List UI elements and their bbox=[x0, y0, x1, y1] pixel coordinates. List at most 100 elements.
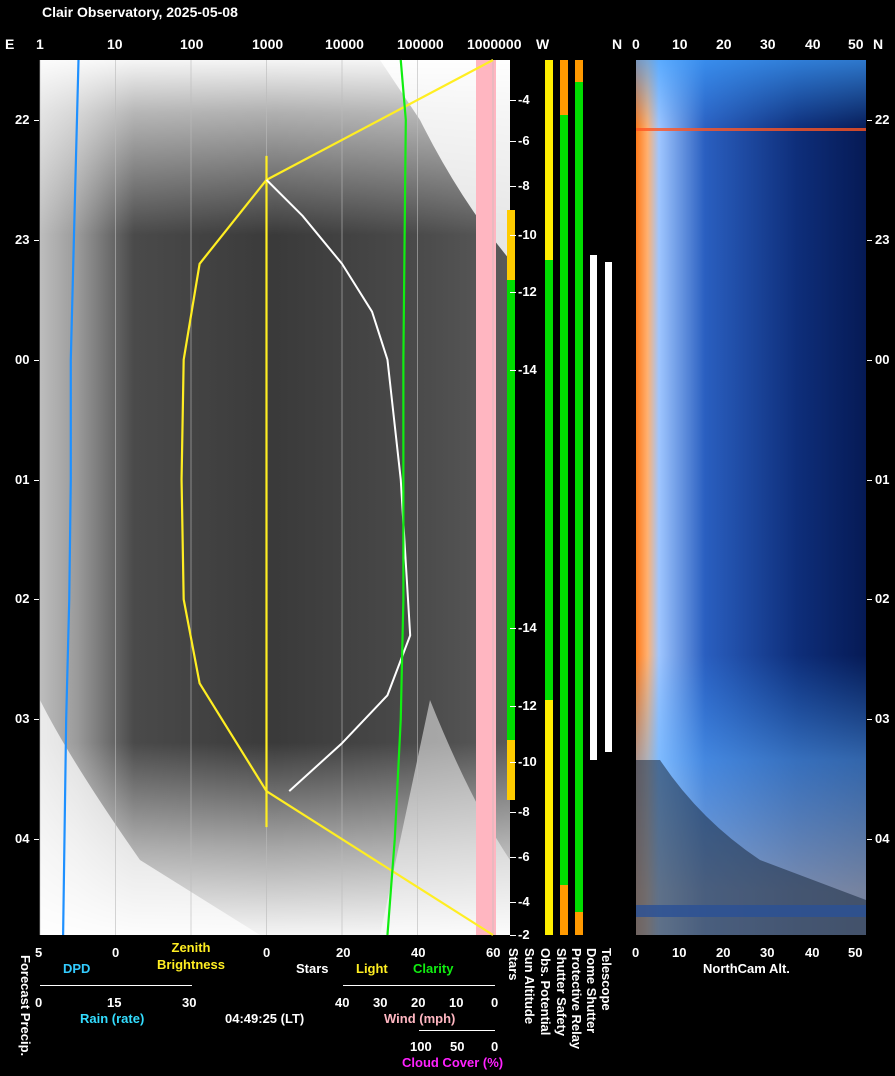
sun-altitude-label: -4 bbox=[518, 92, 530, 107]
sun-altitude-tick bbox=[510, 902, 516, 903]
wind-axis-line bbox=[343, 985, 495, 986]
hour-tick-left-23 bbox=[34, 239, 39, 241]
protective-relay-bar bbox=[575, 60, 583, 935]
light-tick-20: 20 bbox=[336, 945, 351, 960]
cloud-label: Cloud Cover (%) bbox=[402, 1055, 504, 1070]
sun-altitude-label: -8 bbox=[518, 178, 530, 193]
dpd-tick-5: 5 bbox=[35, 945, 43, 960]
northcam-top-tick-50: 50 bbox=[848, 36, 864, 52]
northcam-top-tick-30: 30 bbox=[760, 36, 776, 52]
sun-altitude-tick bbox=[510, 100, 516, 101]
hour-tick-right-00 bbox=[867, 359, 872, 361]
rain-tick-30: 30 bbox=[182, 995, 197, 1010]
status-protective-relay-label: Protective Relay bbox=[569, 948, 584, 1050]
wind-tick-0: 0 bbox=[491, 995, 499, 1010]
cloud-axis-line bbox=[419, 1030, 495, 1031]
observatory-chart bbox=[39, 59, 866, 936]
zenith-label: Zenith Brightness bbox=[157, 940, 225, 972]
northcam-top-tick-0: 0 bbox=[632, 36, 640, 52]
northcam-tick-20: 20 bbox=[716, 945, 731, 960]
sun-altitude-label: -14 bbox=[518, 362, 537, 377]
hour-tick-left-00 bbox=[34, 359, 39, 361]
brightness-tick-1000000: 1000000 bbox=[467, 36, 522, 52]
wind-tick-20: 20 bbox=[411, 995, 426, 1010]
northcam-tick-10: 10 bbox=[672, 945, 687, 960]
hour-tick-right-23 bbox=[867, 239, 872, 241]
hour-label-left-23: 23 bbox=[15, 231, 30, 247]
hour-label-right-03: 03 bbox=[875, 711, 890, 727]
top-edge-right: N bbox=[873, 36, 884, 52]
sun-altitude-tick bbox=[510, 292, 516, 293]
northcam-top-tick-20: 20 bbox=[716, 36, 732, 52]
hour-label-right-04: 04 bbox=[875, 831, 890, 847]
sun-altitude-tick bbox=[510, 706, 516, 707]
status-label-w: W bbox=[536, 36, 550, 52]
brightness-tick-10: 10 bbox=[107, 36, 123, 52]
sun-altitude-label: -4 bbox=[518, 894, 530, 909]
hour-tick-right-02 bbox=[867, 599, 872, 601]
clarity-label: Clarity bbox=[413, 961, 454, 976]
sun-altitude-tick bbox=[510, 370, 516, 371]
rain-label: Rain (rate) bbox=[80, 1011, 145, 1026]
northcam-tick-0: 0 bbox=[632, 945, 640, 960]
dpd-tick-0: 0 bbox=[112, 945, 120, 960]
hour-label-right-22: 22 bbox=[875, 111, 890, 127]
wind-tick-30: 30 bbox=[373, 995, 388, 1010]
hour-label-left-02: 02 bbox=[15, 591, 30, 607]
northcam-top-tick-40: 40 bbox=[805, 36, 821, 52]
status-stars-label: Stars bbox=[506, 948, 521, 981]
sun-altitude-label: -10 bbox=[518, 754, 537, 769]
brightness-tick-1: 1 bbox=[36, 36, 44, 52]
status-obs-potential-label: Obs. Potential bbox=[538, 948, 553, 1036]
northcam-tick-50: 50 bbox=[848, 945, 863, 960]
light-label: Light bbox=[356, 961, 388, 976]
sun-altitude-bar bbox=[507, 210, 515, 800]
hour-tick-right-01 bbox=[867, 479, 872, 481]
hour-tick-left-02 bbox=[34, 599, 39, 601]
hour-label-right-23: 23 bbox=[875, 231, 890, 247]
brightness-tick-100000: 100000 bbox=[397, 36, 444, 52]
status-label-n: N bbox=[612, 36, 623, 52]
brightness-tick-100: 100 bbox=[180, 36, 204, 52]
status-shutter-safety-label: Shutter Safety bbox=[554, 948, 569, 1037]
stars-label: Stars bbox=[296, 961, 329, 976]
northcam-tick-40: 40 bbox=[805, 945, 820, 960]
cloud-tick-50: 50 bbox=[450, 1039, 465, 1054]
status-sun-altitude-label: Sun Altitude bbox=[522, 948, 537, 1025]
timestamp: 04:49:25 (LT) bbox=[225, 1011, 305, 1026]
hour-tick-left-04 bbox=[34, 839, 39, 841]
northcam-tick-30: 30 bbox=[760, 945, 775, 960]
status-telescope-label: Telescope bbox=[599, 948, 614, 1011]
brightness-tick-10000: 10000 bbox=[325, 36, 364, 52]
rain-axis-line bbox=[40, 985, 192, 986]
sun-altitude-tick bbox=[510, 186, 516, 187]
sun-altitude-label: -10 bbox=[518, 227, 537, 242]
sun-altitude-tick bbox=[510, 628, 516, 629]
dome-shutter-bar bbox=[590, 255, 597, 760]
rain-tick-0: 0 bbox=[35, 995, 43, 1010]
cloud-tick-0: 0 bbox=[491, 1039, 499, 1054]
hour-label-left-03: 03 bbox=[15, 711, 30, 727]
wind-label: Wind (mph) bbox=[384, 1011, 456, 1026]
brightness-tick-1000: 1000 bbox=[252, 36, 284, 52]
northcam-label: NorthCam Alt. bbox=[703, 961, 790, 976]
sun-altitude-label: -2 bbox=[518, 927, 530, 942]
sun-altitude-label: -12 bbox=[518, 284, 537, 299]
hour-label-left-00: 00 bbox=[15, 351, 30, 367]
hour-label-left-22: 22 bbox=[15, 111, 30, 127]
hour-label-right-02: 02 bbox=[875, 591, 890, 607]
telescope-bar bbox=[605, 262, 612, 752]
hour-tick-left-01 bbox=[34, 479, 39, 481]
top-edge-left: E bbox=[5, 36, 15, 52]
hour-label-right-00: 00 bbox=[875, 351, 890, 367]
sun-altitude-tick bbox=[510, 235, 516, 236]
sun-altitude-label: -6 bbox=[518, 849, 530, 864]
sun-altitude-tick bbox=[510, 812, 516, 813]
cloud-tick-100: 100 bbox=[410, 1039, 432, 1054]
light-tick-60: 60 bbox=[486, 945, 501, 960]
sun-altitude-tick bbox=[510, 857, 516, 858]
dpd-label: DPD bbox=[63, 961, 91, 976]
hour-tick-left-03 bbox=[34, 719, 39, 721]
hour-label-right-01: 01 bbox=[875, 471, 890, 487]
shutter-safety-bar bbox=[560, 60, 568, 935]
